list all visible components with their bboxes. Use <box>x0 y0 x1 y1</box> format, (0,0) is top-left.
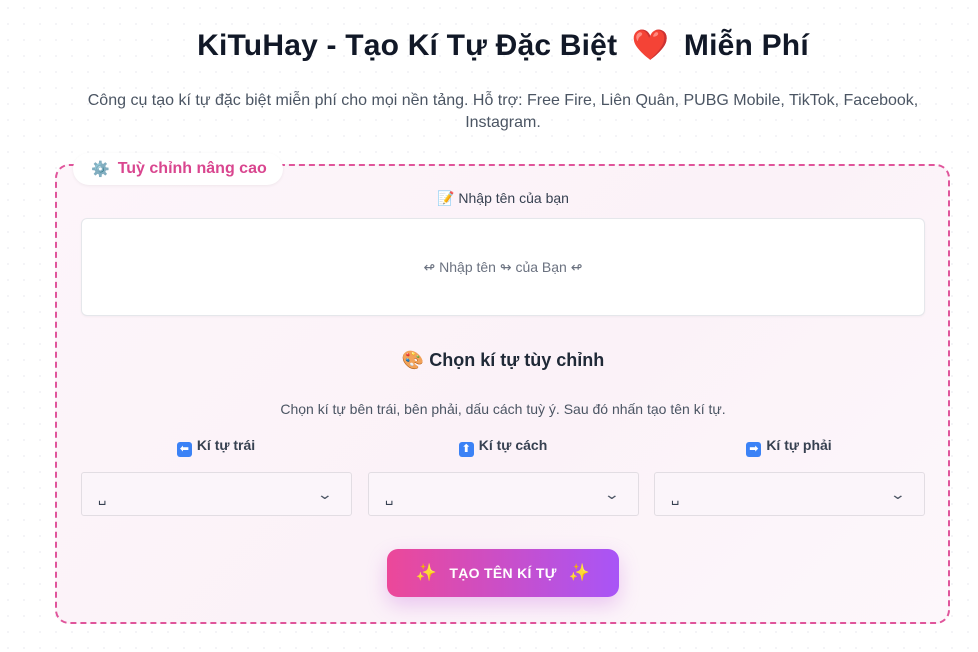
space-char-value: ␣ <box>385 490 394 505</box>
custom-chars-heading-text: Chọn kí tự tùy chỉnh <box>429 350 605 370</box>
chevron-down-icon: ⌄ <box>889 485 907 502</box>
generate-name-button-label: TẠO TÊN KÍ TỰ <box>449 565 557 581</box>
right-char-label-text: Kí tự phải <box>766 437 832 453</box>
space-char-label-text: Kí tự cách <box>478 437 548 453</box>
sparkles-icon: ✨ <box>415 563 438 582</box>
right-char-value: ␣ <box>671 490 680 505</box>
custom-chars-description: Chọn kí tự bên trái, bên phải, dấu cách … <box>280 401 726 417</box>
advanced-options-label: Tuỳ chỉnh nâng cao <box>117 160 267 177</box>
left-char-label: ⬅ Kí tự trái <box>81 437 351 457</box>
memo-icon: 📝 <box>437 190 455 206</box>
palette-icon: 🎨 <box>401 350 425 370</box>
space-char-select[interactable]: ␣ ⌄ <box>368 472 639 516</box>
arrow-up-icon: ⬆ <box>458 442 474 457</box>
right-char-label: ➡ Kí tự phải <box>654 437 924 457</box>
left-char-value: ␣ <box>98 490 107 505</box>
title-text-left: KiTuHay - Tạo Kí Tự Đặc Biệt <box>197 29 618 62</box>
space-char-label: ⬆ Kí tự cách <box>368 437 638 457</box>
page-subtitle: Công cụ tạo kí tự đặc biệt miễn phí cho … <box>87 92 919 131</box>
arrow-right-icon: ➡ <box>746 442 762 457</box>
gear-icon: ⚙️ <box>91 161 110 178</box>
arrow-left-icon: ⬅ <box>176 442 192 457</box>
chevron-down-icon: ⌄ <box>316 485 334 502</box>
right-char-select[interactable]: ␣ ⌄ <box>654 472 925 516</box>
sparkles-icon: ✨ <box>568 563 591 582</box>
chevron-down-icon: ⌄ <box>603 485 621 502</box>
title-text-right: Miễn Phí <box>683 29 809 62</box>
generate-name-button[interactable]: ✨ TẠO TÊN KÍ TỰ ✨ <box>387 549 619 597</box>
name-input[interactable] <box>81 218 925 316</box>
heart-icon: ❤️ <box>631 29 670 62</box>
advanced-options-badge: ⚙️ Tuỳ chỉnh nâng cao <box>73 153 283 185</box>
name-input-label: 📝 Nhập tên của bạn <box>80 190 926 207</box>
custom-chars-heading: 🎨 Chọn kí tự tùy chỉnh <box>80 350 926 371</box>
left-char-select[interactable]: ␣ ⌄ <box>81 472 352 516</box>
left-char-label-text: Kí tự trái <box>196 437 256 453</box>
name-input-label-text: Nhập tên của bạn <box>458 190 569 206</box>
page-title: KiTuHay - Tạo Kí Tự Đặc Biệt ❤️ Miễn Phí <box>0 28 978 63</box>
